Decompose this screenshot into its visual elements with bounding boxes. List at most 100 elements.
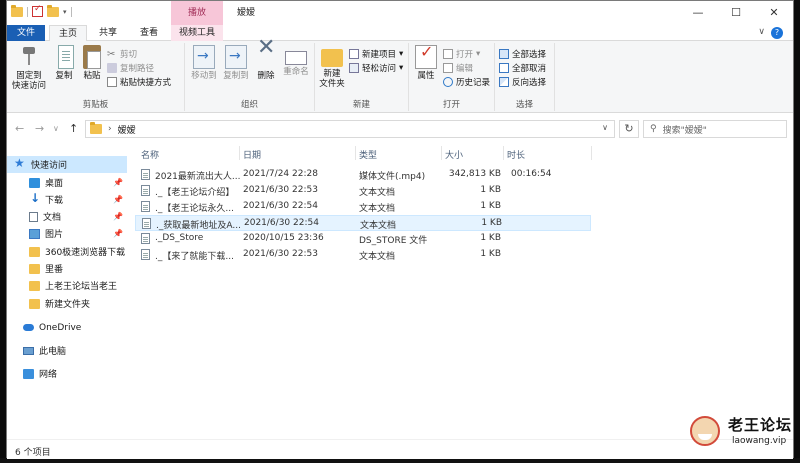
paste-label: 粘贴 bbox=[83, 71, 101, 81]
pin-icon[interactable]: 📌 bbox=[113, 212, 123, 221]
nav-quick-access[interactable]: 快速访问 bbox=[7, 156, 127, 173]
pin-icon[interactable]: 📌 bbox=[113, 229, 123, 238]
back-button[interactable]: ← bbox=[15, 122, 24, 135]
rename-button[interactable]: 重命名 bbox=[279, 45, 313, 77]
chevron-down-icon[interactable]: ∨ bbox=[758, 27, 765, 39]
edit-button[interactable]: 编辑 bbox=[443, 61, 473, 74]
easy-access-button[interactable]: 轻松访问 ▾ bbox=[349, 61, 403, 74]
maximize-button[interactable]: ☐ bbox=[717, 1, 755, 23]
address-bar[interactable]: › 嫒嫒 ∨ bbox=[85, 120, 615, 138]
tab-view[interactable]: 查看 bbox=[129, 25, 169, 41]
delete-icon bbox=[255, 43, 277, 69]
copy-path-button[interactable]: 复制路径 bbox=[107, 61, 154, 74]
copy-to-button[interactable]: 复制到 bbox=[219, 45, 253, 81]
column-divider[interactable] bbox=[355, 146, 356, 160]
invert-selection-button[interactable]: 反向选择 bbox=[499, 75, 546, 88]
nav-item-lifan[interactable]: 里番 bbox=[7, 260, 127, 277]
paste-shortcut-button[interactable]: 粘贴快捷方式 bbox=[107, 75, 171, 88]
pin-quick-access-button[interactable]: 固定到 快速访问 bbox=[9, 45, 49, 91]
organize-group-label: 组织 bbox=[240, 100, 258, 110]
nav-this-pc[interactable]: 此电脑 bbox=[7, 342, 127, 359]
close-button[interactable]: ✕ bbox=[755, 1, 793, 23]
file-size: 1 KB bbox=[480, 201, 501, 211]
cut-button[interactable]: 剪切 bbox=[107, 47, 137, 60]
move-to-icon bbox=[193, 45, 215, 69]
help-icon[interactable]: ? bbox=[771, 27, 783, 39]
title-bar: ▾ 播放 嫒嫒 — ☐ ✕ bbox=[7, 1, 793, 25]
nav-item-pictures[interactable]: 图片 📌 bbox=[7, 225, 127, 242]
select-none-button[interactable]: 全部取消 bbox=[499, 61, 546, 74]
file-row[interactable]: ._【老王论坛永久... 2021/6/30 22:54 文本文档 1 KB bbox=[135, 199, 591, 215]
pin-icon[interactable]: 📌 bbox=[113, 195, 123, 204]
nav-item-laowang[interactable]: 上老王论坛当老王 bbox=[7, 277, 127, 294]
new-item-button[interactable]: 新建项目 ▾ bbox=[349, 47, 403, 60]
column-header-date[interactable]: 日期 bbox=[243, 148, 261, 161]
tab-file[interactable]: 文件 bbox=[7, 25, 45, 41]
chevron-down-icon[interactable]: ▾ bbox=[63, 8, 67, 16]
copy-to-icon bbox=[225, 45, 247, 69]
nav-onedrive[interactable]: OneDrive bbox=[7, 319, 127, 336]
column-divider[interactable] bbox=[591, 146, 592, 160]
column-header-name[interactable]: 名称 bbox=[141, 148, 159, 161]
file-row[interactable]: ._DS_Store 2020/10/15 23:36 DS_STORE 文件 … bbox=[135, 231, 591, 247]
nav-item-documents[interactable]: 文档 📌 bbox=[7, 208, 127, 225]
nav-item-downloads[interactable]: 下载 📌 bbox=[7, 191, 127, 208]
history-button[interactable]: 历史记录 bbox=[443, 75, 490, 88]
file-row[interactable]: ._【老王论坛介绍】 2021/6/30 22:53 文本文档 1 KB bbox=[135, 183, 591, 199]
new-folder-button[interactable]: 新建 文件夹 bbox=[315, 45, 349, 89]
file-row-selected[interactable]: ._获取最新地址及A... 2021/6/30 22:54 文本文档 1 KB bbox=[135, 215, 591, 231]
paste-button[interactable]: 粘贴 bbox=[75, 45, 109, 81]
text-file-icon bbox=[141, 249, 150, 260]
select-all-label: 全部选择 bbox=[512, 49, 547, 60]
select-all-icon bbox=[499, 48, 509, 59]
text-file-icon bbox=[142, 218, 151, 229]
nav-network[interactable]: 网络 bbox=[7, 365, 127, 382]
delete-button[interactable]: 删除 bbox=[249, 43, 283, 81]
properties-button[interactable]: 属性 bbox=[409, 45, 443, 81]
cloud-icon bbox=[23, 324, 34, 331]
minimize-button[interactable]: — bbox=[679, 1, 717, 23]
nav-item-360-downloads[interactable]: 360极速浏览器下载 bbox=[7, 243, 127, 260]
file-duration: 00:16:54 bbox=[511, 169, 552, 179]
open-button[interactable]: 打开 ▾ bbox=[443, 47, 480, 60]
new-group: 新建 文件夹 新建项目 ▾ 轻松访问 ▾ 新建 bbox=[315, 43, 409, 111]
nav-item-new-folder[interactable]: 新建文件夹 bbox=[7, 295, 127, 312]
new-folder-icon[interactable] bbox=[47, 4, 59, 17]
column-divider[interactable] bbox=[441, 146, 442, 160]
file-name: ._获取最新地址及A... bbox=[156, 221, 241, 231]
file-row[interactable]: ._【来了就能下载... 2021/6/30 22:53 文本文档 1 KB bbox=[135, 247, 591, 263]
file-row[interactable]: 2021最新流出大人... 2021/7/24 22:28 媒体文件(.mp4)… bbox=[135, 167, 591, 183]
column-header-duration[interactable]: 时长 bbox=[507, 148, 525, 161]
nav-item-desktop[interactable]: 桌面 📌 bbox=[7, 174, 127, 191]
nav-item-label: 桌面 bbox=[45, 179, 64, 189]
chevron-down-icon: ▾ bbox=[476, 48, 481, 59]
file-size: 1 KB bbox=[480, 233, 501, 243]
up-button[interactable]: ↑ bbox=[69, 122, 78, 135]
file-name: ._【老王论坛永久... bbox=[155, 204, 234, 214]
column-divider[interactable] bbox=[503, 146, 504, 160]
pin-icon[interactable]: 📌 bbox=[113, 178, 123, 187]
search-input[interactable]: ⚲ 搜索"嫒嫒" bbox=[643, 120, 787, 138]
column-header-type[interactable]: 类型 bbox=[359, 148, 377, 161]
nav-item-label: 文档 bbox=[43, 213, 62, 223]
select-all-button[interactable]: 全部选择 bbox=[499, 47, 546, 60]
copy-to-label: 复制到 bbox=[223, 71, 249, 81]
forward-button[interactable]: → bbox=[35, 122, 44, 135]
refresh-button[interactable]: ↻ bbox=[619, 120, 639, 138]
breadcrumb[interactable]: 嫒嫒 bbox=[118, 123, 136, 136]
move-to-button[interactable]: 移动到 bbox=[187, 45, 221, 81]
file-date: 2021/6/30 22:54 bbox=[243, 201, 318, 211]
properties-icon[interactable] bbox=[32, 4, 43, 17]
file-date: 2021/7/24 22:28 bbox=[243, 169, 318, 179]
ribbon-tabs: 文件 主页 共享 查看 视频工具 ∨ ? bbox=[7, 25, 793, 42]
column-divider[interactable] bbox=[239, 146, 240, 160]
window-controls: — ☐ ✕ bbox=[679, 1, 793, 23]
tab-video-tools[interactable]: 视频工具 bbox=[171, 25, 223, 41]
column-header-size[interactable]: 大小 bbox=[445, 148, 463, 161]
new-group-label: 新建 bbox=[352, 100, 370, 110]
rename-label: 重命名 bbox=[283, 67, 309, 77]
recent-locations-chevron-icon[interactable]: ∨ bbox=[53, 124, 59, 133]
tab-share[interactable]: 共享 bbox=[89, 25, 127, 41]
tab-home[interactable]: 主页 bbox=[49, 25, 87, 42]
chevron-down-icon[interactable]: ∨ bbox=[602, 123, 608, 132]
